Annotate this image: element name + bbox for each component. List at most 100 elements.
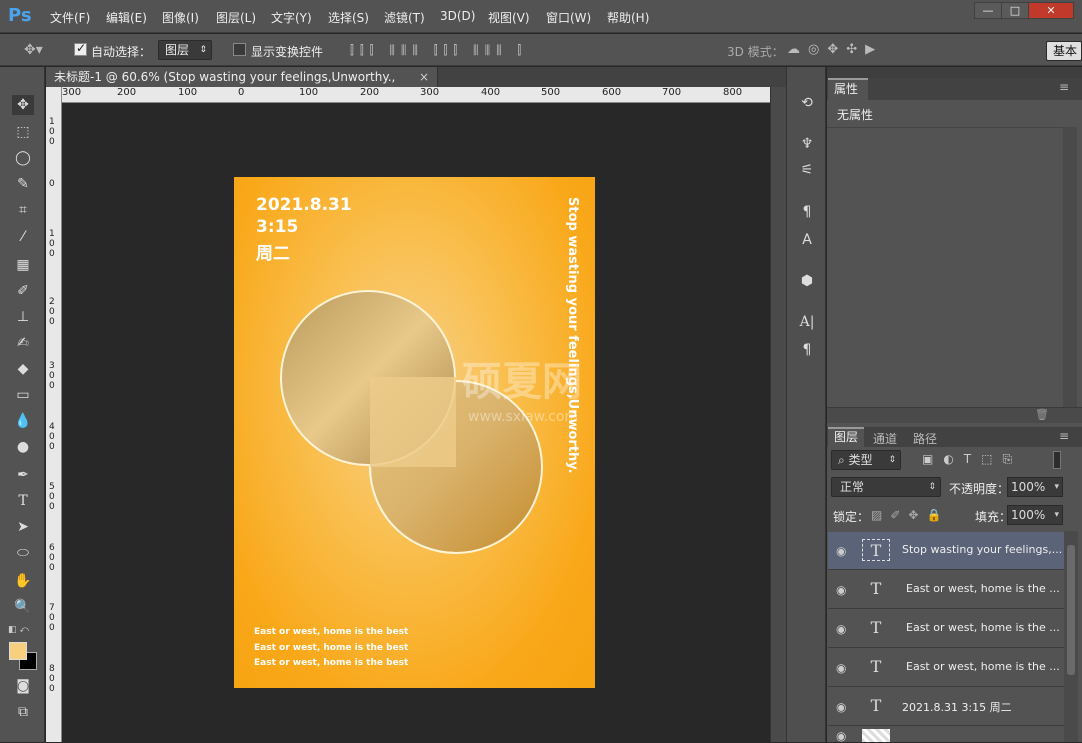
visibility-eye-icon[interactable]: ◉ xyxy=(836,729,846,743)
screen-mode-icon[interactable]: ⧉ xyxy=(12,702,34,722)
properties-tab[interactable]: 属性 xyxy=(828,78,868,100)
panel-icon-strip: ⟲ ♆ ⚟ ¶ A ⬢ A| ¶ xyxy=(786,67,826,742)
move-tool-preset-icon[interactable]: ✥▾ xyxy=(24,42,43,58)
eyedropper-tool-icon[interactable]: ⁄ xyxy=(12,227,34,247)
foreground-color-swatch[interactable] xyxy=(9,642,27,660)
default-colors-icon[interactable]: ◧ ⤺ xyxy=(8,625,29,635)
properties-scrollbar[interactable] xyxy=(1063,127,1077,407)
menu-edit[interactable]: 编辑(E) xyxy=(106,9,147,26)
document-tab[interactable]: 未标题-1 @ 60.6% (Stop wasting your feeling… xyxy=(46,67,438,104)
visibility-eye-icon[interactable]: ◉ xyxy=(836,622,846,636)
menu-3d[interactable]: 3D(D) xyxy=(440,9,475,23)
tab-paths[interactable]: 路径 xyxy=(913,430,937,447)
menu-layer[interactable]: 图层(L) xyxy=(216,9,256,26)
maximize-button[interactable]: □ xyxy=(1001,2,1029,19)
show-transform-label: 显示变换控件 xyxy=(251,45,324,59)
poster-bottom-line: East or west, home is the best xyxy=(254,658,409,668)
align-icons[interactable]: ⫿⫿⫿ ⫼⫼⫼ ⫿⫿⫿ ⫼⫼⫼ ⫿ xyxy=(350,43,527,58)
brush-presets-icon[interactable]: ♆ xyxy=(797,135,817,153)
shape-tool-icon[interactable]: ⬭ xyxy=(12,543,34,563)
layers-scrollbar[interactable] xyxy=(1064,531,1078,742)
quick-mask-icon[interactable]: ◙ xyxy=(12,676,34,696)
menu-filter[interactable]: 滤镜(T) xyxy=(384,9,425,26)
move-tool-icon[interactable]: ✥ xyxy=(12,95,34,115)
path-select-tool-icon[interactable]: ➤ xyxy=(12,517,34,537)
layer-row[interactable]: ◉ xyxy=(828,727,1064,743)
fill-input[interactable]: 100% ▾ xyxy=(1007,505,1063,525)
brush-settings-icon[interactable]: ⚟ xyxy=(797,161,817,179)
layer-row[interactable]: ◉ T East or west, home is the ... xyxy=(828,571,1064,609)
ruler-tick: 600 xyxy=(602,87,622,98)
minimize-button[interactable]: — xyxy=(974,2,1002,19)
paragraph-styles-icon[interactable]: ¶ xyxy=(797,203,817,221)
quick-select-tool-icon[interactable]: ✎ xyxy=(12,174,34,194)
tab-channels[interactable]: 通道 xyxy=(873,430,897,447)
layer-row[interactable]: ◉ T 2021.8.31 3:15 周二 xyxy=(828,688,1064,726)
layer-row[interactable]: ◉ T East or west, home is the ... xyxy=(828,610,1064,648)
canvas-scrollbar[interactable] xyxy=(770,87,786,742)
character-panel-icon[interactable]: A| xyxy=(797,313,817,331)
brush-tool-icon[interactable]: ✐ xyxy=(12,281,34,301)
zoom-tool-icon[interactable]: 🔍 xyxy=(12,597,34,617)
marquee-tool-icon[interactable]: ⬚ xyxy=(12,122,34,142)
auto-select-value: 图层 xyxy=(165,43,190,57)
visibility-eye-icon[interactable]: ◉ xyxy=(836,661,846,675)
workspace-switcher[interactable]: 基本 xyxy=(1046,41,1082,61)
menu-view[interactable]: 视图(V) xyxy=(488,9,530,26)
layer-filter-icons[interactable]: ▣◐T⬚⎘ xyxy=(922,452,1022,467)
lasso-tool-icon[interactable]: ◯ xyxy=(12,148,34,168)
menu-window[interactable]: 窗口(W) xyxy=(546,9,591,26)
layer-row[interactable]: ◉ T Stop wasting your feelings,... xyxy=(828,532,1064,570)
blur-tool-icon[interactable]: 💧 xyxy=(12,411,34,431)
menu-image[interactable]: 图像(I) xyxy=(162,9,199,26)
layer-name: Stop wasting your feelings,... xyxy=(902,543,1063,556)
blend-mode-dropdown[interactable]: 正常 ⇕ xyxy=(831,477,941,497)
lock-icons[interactable]: ▨✐✥🔒 xyxy=(871,508,949,522)
close-tab-icon[interactable]: × xyxy=(419,67,429,87)
history-panel-icon[interactable]: ⟲ xyxy=(797,94,817,112)
healing-brush-tool-icon[interactable]: ▦ xyxy=(12,255,34,275)
visibility-eye-icon[interactable]: ◉ xyxy=(836,700,846,714)
layers-panel-menu-icon[interactable]: ≡ xyxy=(1059,429,1069,443)
close-window-button[interactable]: ✕ xyxy=(1028,2,1074,19)
trash-icon[interactable]: 🗑 xyxy=(1035,408,1049,421)
filter-toggle[interactable] xyxy=(1053,451,1061,469)
overlap-band xyxy=(370,377,456,467)
dropdown-arrow-icon: ⇕ xyxy=(928,482,936,492)
hand-tool-icon[interactable]: ✋ xyxy=(12,571,34,591)
eraser-tool-icon[interactable]: ◆ xyxy=(12,359,34,379)
gradient-tool-icon[interactable]: ▭ xyxy=(12,385,34,405)
3d-mode-icons[interactable]: ☁◎✥✣▶ xyxy=(787,42,883,57)
document-canvas[interactable]: 2021.8.31 3:15 周二 Stop wasting your feel… xyxy=(234,177,595,688)
paragraph-panel-icon[interactable]: ¶ xyxy=(797,341,817,359)
menu-file[interactable]: 文件(F) xyxy=(50,9,90,26)
clone-stamp-tool-icon[interactable]: ⊥ xyxy=(12,307,34,327)
dodge-tool-icon[interactable]: ● xyxy=(12,437,34,457)
layer-row[interactable]: ◉ T East or west, home is the ... xyxy=(828,649,1064,687)
3d-panel-icon[interactable]: ⬢ xyxy=(797,272,817,290)
auto-select-checkbox[interactable]: ✓ xyxy=(74,41,87,56)
lock-label: 锁定： xyxy=(833,510,870,524)
panel-menu-icon[interactable]: ≡ xyxy=(1059,80,1069,94)
tab-layers[interactable]: 图层 xyxy=(828,427,864,447)
blend-mode-value: 正常 xyxy=(840,480,865,494)
auto-select-dropdown[interactable]: 图层 ⇕ xyxy=(158,40,212,60)
visibility-eye-icon[interactable]: ◉ xyxy=(836,544,846,558)
pen-tool-icon[interactable]: ✒ xyxy=(12,465,34,485)
visibility-eye-icon[interactable]: ◉ xyxy=(836,583,846,597)
layer-filter-value: 类型 xyxy=(848,453,873,467)
crop-tool-icon[interactable]: ⌗ xyxy=(12,200,34,220)
show-transform-checkbox[interactable] xyxy=(233,43,246,56)
layer-filter-dropdown[interactable]: ⌕ 类型 ⇕ xyxy=(831,450,901,470)
menu-type[interactable]: 文字(Y) xyxy=(271,9,312,26)
type-tool-icon[interactable]: T xyxy=(12,491,34,511)
layers-scrollbar-thumb[interactable] xyxy=(1067,545,1075,675)
character-styles-icon[interactable]: A xyxy=(797,231,817,249)
history-brush-tool-icon[interactable]: ✍ xyxy=(12,333,34,353)
properties-footer: 🗑 xyxy=(827,407,1082,423)
opacity-input[interactable]: 100% ▾ xyxy=(1007,477,1063,497)
tools-panel: ✥ ⬚ ◯ ✎ ⌗ ⁄ ▦ ✐ ⊥ ✍ ◆ ▭ 💧 ● ✒ T ➤ ⬭ ✋ 🔍 … xyxy=(0,67,45,742)
menu-select[interactable]: 选择(S) xyxy=(328,9,369,26)
menu-help[interactable]: 帮助(H) xyxy=(607,9,649,26)
vertical-ruler: 100 0 100 200 300 400 500 600 700 800 xyxy=(46,87,62,742)
